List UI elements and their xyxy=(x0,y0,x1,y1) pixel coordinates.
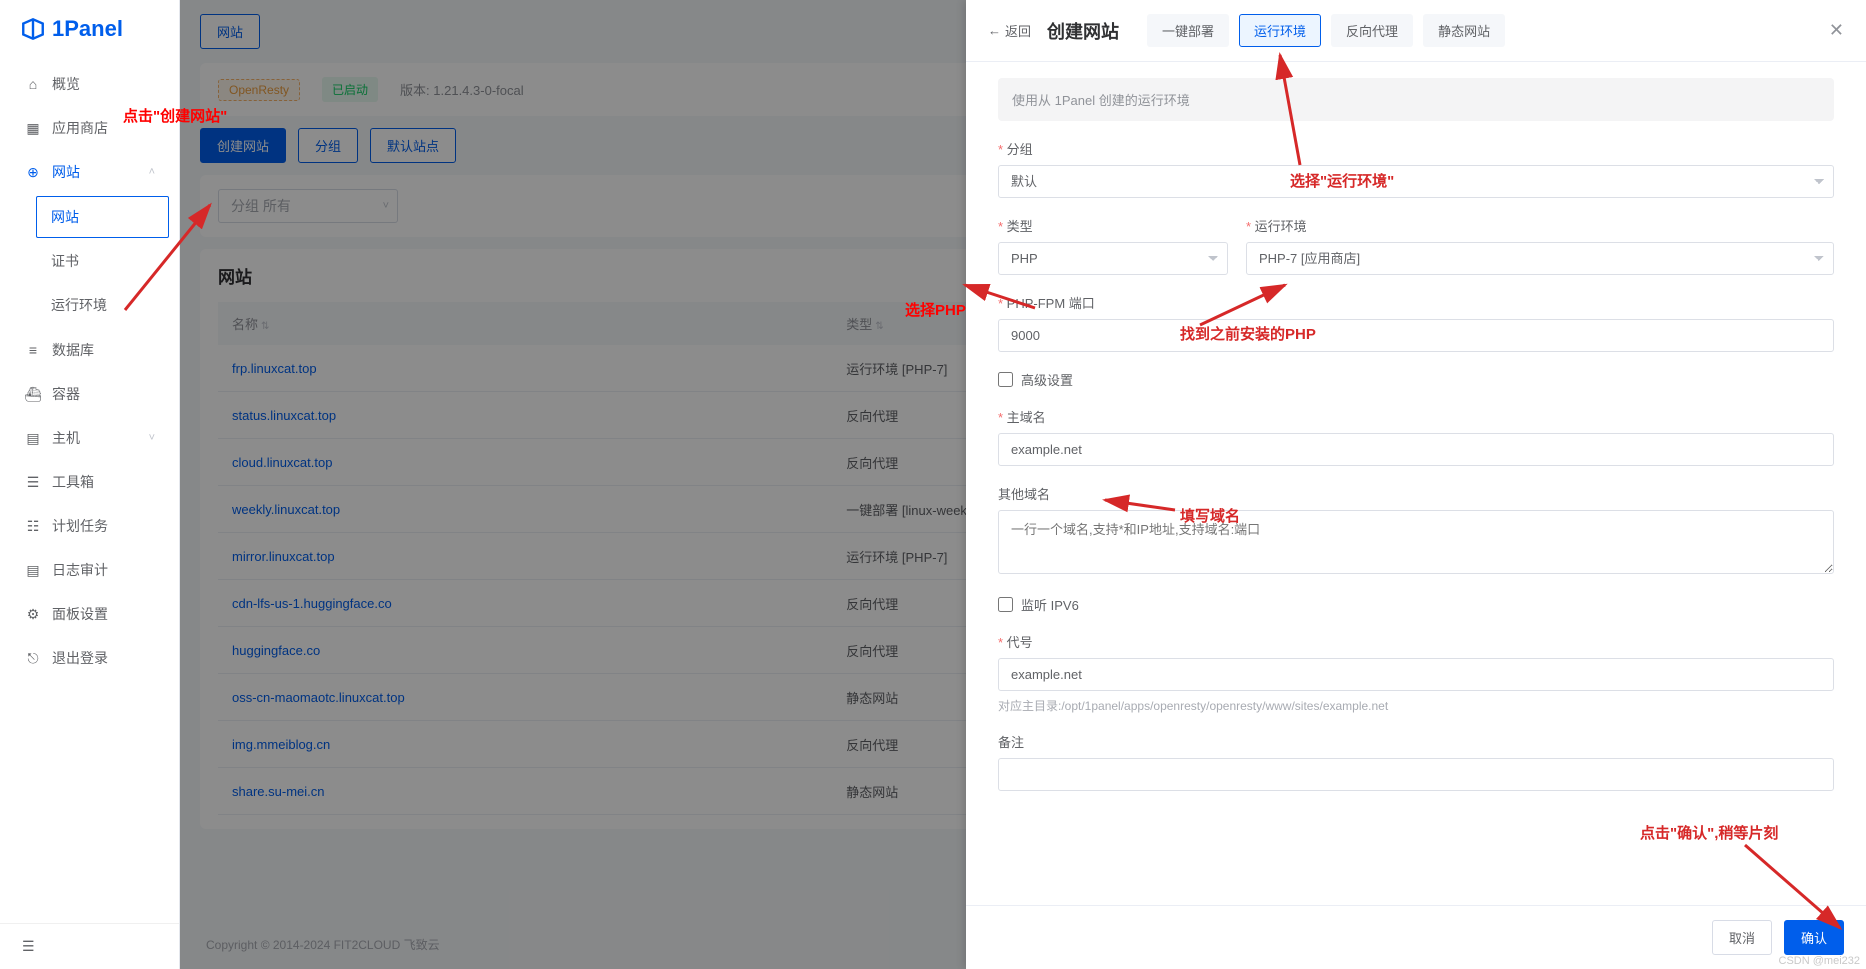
nav-overview[interactable]: ⌂ 概览 xyxy=(0,62,179,106)
anno-fill-domain: 填写域名 xyxy=(1180,505,1240,526)
nav-cron[interactable]: ☷ 计划任务 xyxy=(0,504,179,548)
nav-container[interactable]: ⛴ 容器 xyxy=(0,372,179,416)
arrow-create xyxy=(120,200,240,323)
nav-logout[interactable]: ⎋ 退出登录 xyxy=(0,636,179,680)
close-button[interactable]: ✕ xyxy=(1829,20,1844,41)
advanced-checkbox-input[interactable] xyxy=(998,372,1013,387)
domain-input[interactable] xyxy=(998,433,1834,466)
drawer-header: ←返回 创建网站 一键部署 运行环境 反向代理 静态网站 ✕ xyxy=(966,0,1866,62)
drawer-tabs: 一键部署 运行环境 反向代理 静态网站 xyxy=(1147,14,1505,47)
nav-host[interactable]: ▤ 主机 ˅ xyxy=(0,416,179,460)
runtime-label: 运行环境 xyxy=(1246,216,1834,235)
collapse-toggle[interactable]: ☰ xyxy=(0,923,179,969)
chevron-up-icon: ˄ xyxy=(149,166,155,178)
ipv6-checkbox-input[interactable] xyxy=(998,597,1013,612)
fpm-port-input[interactable] xyxy=(998,319,1834,352)
group-select[interactable]: 默认 xyxy=(998,165,1834,198)
drawer-title: 创建网站 xyxy=(1047,18,1119,44)
remark-input[interactable] xyxy=(998,758,1834,791)
tab-proxy[interactable]: 反向代理 xyxy=(1331,14,1413,47)
nav: ⌂概览 ▦应用商店 ⊕网站˄ 网站 证书 运行环境 ≡数据库 ⛴容器 ▤主机˅ … xyxy=(0,58,179,923)
nav-panel[interactable]: ⚙ 面板设置 xyxy=(0,592,179,636)
back-button[interactable]: ←返回 xyxy=(988,21,1031,40)
toolbox-icon: ☰ xyxy=(24,474,42,491)
ipv6-label: 监听 IPV6 xyxy=(1021,595,1079,614)
container-icon: ⛴ xyxy=(24,386,42,403)
logo-icon xyxy=(20,16,46,42)
anno-click-create: 点击"创建网站" xyxy=(123,105,227,126)
tab-oneclick[interactable]: 一键部署 xyxy=(1147,14,1229,47)
runtime-select[interactable]: PHP-7 [应用商店] xyxy=(1246,242,1834,275)
log-icon: ▤ xyxy=(24,562,42,579)
anno-select-php: 选择PHP xyxy=(905,299,966,320)
nav-audit[interactable]: ▤ 日志审计 xyxy=(0,548,179,592)
gear-icon: ⚙ xyxy=(24,606,42,623)
group-label: 分组 xyxy=(998,139,1834,158)
nav-website[interactable]: ⊕ 网站 ˄ xyxy=(0,150,179,194)
nav-label: 应用商店 xyxy=(52,118,108,138)
arrow-php xyxy=(960,280,1040,323)
alias-input[interactable] xyxy=(998,658,1834,691)
nav-label: 工具箱 xyxy=(52,472,94,492)
grid-icon: ▦ xyxy=(24,120,42,137)
drawer-footer: 取消 确认 xyxy=(966,905,1866,969)
nav-label: 日志审计 xyxy=(52,560,108,580)
nav-label: 主机 xyxy=(52,428,80,448)
advanced-checkbox[interactable]: 高级设置 xyxy=(998,370,1834,389)
arrow-find-php xyxy=(1195,280,1295,333)
nav-label: 退出登录 xyxy=(52,648,108,668)
globe-icon: ⊕ xyxy=(24,164,42,181)
ipv6-checkbox[interactable]: 监听 IPV6 xyxy=(998,595,1834,614)
nav-label: 数据库 xyxy=(52,340,94,360)
arrow-left-icon: ← xyxy=(988,23,1001,38)
clock-icon: ☷ xyxy=(24,518,42,535)
menu-icon: ☰ xyxy=(22,938,35,954)
remark-label: 备注 xyxy=(998,732,1834,751)
alias-label: 代号 xyxy=(998,632,1834,651)
database-icon: ≡ xyxy=(24,342,42,358)
chevron-down-icon: ˅ xyxy=(149,432,155,444)
tab-static[interactable]: 静态网站 xyxy=(1423,14,1505,47)
type-label: 类型 xyxy=(998,216,1228,235)
info-box: 使用从 1Panel 创建的运行环境 xyxy=(998,78,1834,121)
logo-text: 1Panel xyxy=(52,16,123,42)
nav-label: 面板设置 xyxy=(52,604,108,624)
anno-select-runtime: 选择"运行环境" xyxy=(1290,170,1394,191)
server-icon: ▤ xyxy=(24,430,42,447)
tab-runtime[interactable]: 运行环境 xyxy=(1239,14,1321,47)
sidebar: 1Panel ⌂概览 ▦应用商店 ⊕网站˄ 网站 证书 运行环境 ≡数据库 ⛴容… xyxy=(0,0,180,969)
nav-label: 网站 xyxy=(52,162,80,182)
advanced-label: 高级设置 xyxy=(1021,370,1073,389)
arrow-runtime xyxy=(1270,50,1330,173)
nav-label: 容器 xyxy=(52,384,80,404)
arrow-domain xyxy=(1100,492,1180,525)
fpm-label: PHP-FPM 端口 xyxy=(998,293,1834,312)
watermark: CSDN @mei232 xyxy=(1779,955,1860,967)
logo: 1Panel xyxy=(0,0,179,58)
alias-hint: 对应主目录:/opt/1panel/apps/openresty/openres… xyxy=(998,697,1834,714)
nav-label: 计划任务 xyxy=(52,516,108,536)
domain-label: 主域名 xyxy=(998,407,1834,426)
arrow-confirm xyxy=(1740,840,1860,943)
nav-toolbox[interactable]: ☰ 工具箱 xyxy=(0,460,179,504)
home-icon: ⌂ xyxy=(24,76,42,92)
type-select[interactable]: PHP xyxy=(998,242,1228,275)
logout-icon: ⎋ xyxy=(24,650,42,667)
nav-database[interactable]: ≡ 数据库 xyxy=(0,328,179,372)
nav-label: 概览 xyxy=(52,74,80,94)
